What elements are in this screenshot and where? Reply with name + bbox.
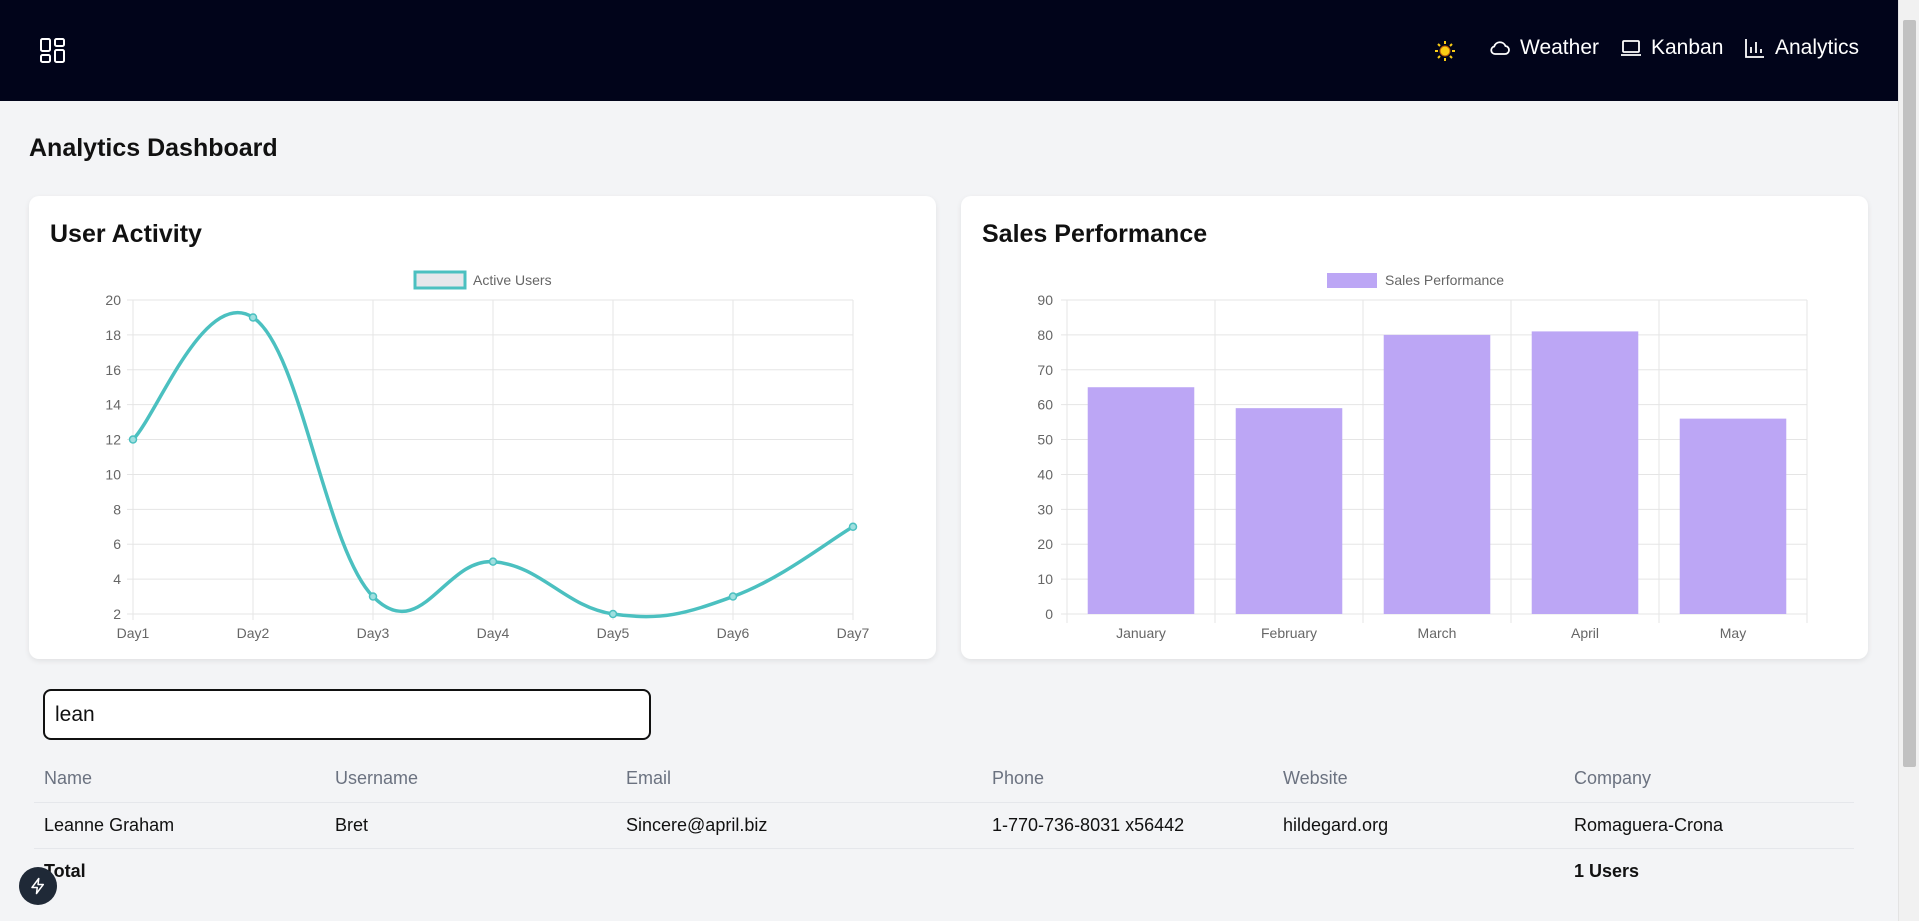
y-tick-label: 30	[1037, 501, 1053, 517]
total-label: Total	[44, 860, 86, 881]
y-tick-label: 12	[105, 432, 121, 448]
bar-chart-icon	[1745, 39, 1764, 58]
data-point	[248, 313, 258, 322]
column-header-company[interactable]: Company	[1564, 755, 1854, 803]
column-header-phone[interactable]: Phone	[982, 755, 1273, 803]
lightning-icon[interactable]	[19, 867, 57, 905]
y-tick-label: 60	[1037, 397, 1053, 413]
data-point	[488, 557, 498, 566]
bar	[1235, 408, 1343, 614]
column-header-website[interactable]: Website	[1273, 755, 1564, 803]
user-activity-chart: Active Users 2 4 6 8 10 12 14 16 18 20 Day1 Day2 Day3…	[105, 270, 870, 641]
legend-label: Sales Performance	[1385, 272, 1504, 288]
legend-label: Active Users	[473, 272, 552, 288]
bar	[1383, 334, 1491, 614]
x-tick-label: Day2	[237, 625, 270, 641]
dashboard-icon[interactable]	[38, 36, 68, 66]
nav-weather-label: Weather	[1520, 36, 1599, 59]
data-point	[848, 522, 858, 532]
y-tick-label: 14	[105, 397, 121, 413]
x-tick-label: January	[1116, 625, 1166, 641]
cell-website: hildegard.org	[1273, 802, 1564, 849]
data-point	[368, 592, 378, 601]
data-point	[728, 592, 738, 601]
x-tick-label: Day7	[837, 625, 870, 641]
search-input[interactable]	[43, 689, 651, 740]
legend-swatch	[413, 270, 467, 290]
x-tick-label: Day4	[477, 625, 510, 641]
y-tick-label: 10	[105, 466, 121, 482]
table-header-row: Name Username Email Phone Website Compan…	[34, 755, 1854, 803]
laptop-icon	[1621, 40, 1641, 56]
y-tick-label: 6	[113, 536, 121, 552]
users-table: Name Username Email Phone Website Compan…	[34, 755, 1854, 894]
x-tick-label: March	[1418, 625, 1457, 641]
sales-performance-card: Sales Performance Sales Performance 0 10 20…	[961, 196, 1868, 659]
y-tick-label: 20	[1037, 536, 1053, 552]
column-header-email[interactable]: Email	[616, 755, 982, 803]
cloud-icon	[1490, 41, 1510, 55]
cell-name: Leanne Graham	[34, 802, 325, 849]
y-tick-label: 0	[1045, 606, 1053, 622]
x-tick-label: February	[1261, 625, 1317, 641]
column-header-username[interactable]: Username	[325, 755, 616, 803]
cell-company: Romaguera-Crona	[1564, 802, 1854, 849]
x-tick-label: Day5	[597, 625, 630, 641]
y-tick-label: 70	[1037, 362, 1053, 378]
y-tick-label: 90	[1037, 292, 1053, 308]
y-tick-label: 10	[1037, 571, 1053, 587]
column-header-name[interactable]: Name	[34, 755, 325, 803]
nav-analytics[interactable]: Analytics	[1743, 36, 1859, 60]
y-tick-label: 4	[113, 571, 121, 587]
y-tick-label: 16	[105, 362, 121, 378]
scrollbar[interactable]	[1898, 0, 1919, 921]
page-title: Analytics Dashboard	[29, 134, 278, 162]
nav-kanban-label: Kanban	[1651, 36, 1724, 59]
nav-weather[interactable]: Weather	[1488, 36, 1599, 60]
cell-email: Sincere@april.biz	[616, 802, 982, 849]
x-tick-label: Day3	[357, 625, 390, 641]
y-tick-label: 40	[1037, 466, 1053, 482]
y-tick-label: 80	[1037, 327, 1053, 343]
nav-analytics-label: Analytics	[1775, 36, 1860, 59]
y-tick-label: 18	[105, 327, 121, 343]
y-tick-label: 20	[105, 292, 121, 308]
table-row[interactable]: Leanne Graham Bret Sincere@april.biz 1-7…	[34, 802, 1854, 849]
y-tick-label: 50	[1037, 432, 1053, 448]
bar	[1087, 387, 1195, 614]
table-total-row: Total 1 Users	[34, 848, 1854, 894]
bar	[1531, 331, 1639, 614]
y-tick-label: 2	[113, 606, 121, 622]
y-tick-label: 8	[113, 501, 121, 517]
x-tick-label: Day1	[117, 625, 150, 641]
x-tick-label: Day6	[717, 625, 750, 641]
legend-swatch	[1327, 273, 1377, 288]
scrollbar-thumb[interactable]	[1903, 20, 1916, 767]
top-navbar: Weather Kanban Analytics	[0, 0, 1898, 101]
total-value: 1 Users	[1574, 860, 1640, 881]
x-tick-label: April	[1571, 625, 1599, 641]
sales-performance-chart: Sales Performance 0 10 20 30 40 50 60 70 80 90 Janu…	[1037, 272, 1808, 641]
cell-phone: 1-770-736-8031 x56442	[982, 802, 1273, 849]
sun-icon[interactable]	[1434, 40, 1456, 62]
data-point	[128, 435, 138, 444]
cell-username: Bret	[325, 802, 616, 849]
bar	[1679, 418, 1787, 614]
data-point	[608, 609, 618, 619]
user-activity-card: User Activity Active Users 2 4 6 8 10 12 14 16 18…	[29, 196, 936, 659]
x-tick-label: May	[1720, 625, 1746, 641]
nav-kanban[interactable]: Kanban	[1619, 36, 1723, 60]
